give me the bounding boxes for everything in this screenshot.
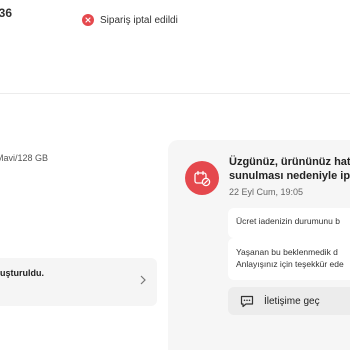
x-circle-icon xyxy=(82,14,94,26)
calendar-cancel-icon xyxy=(185,161,219,195)
chat-bubble-icon xyxy=(240,295,254,307)
message-bubble-apology: Yaşanan bu beklenmedik d Anlayışınız içi… xyxy=(228,238,350,280)
divider xyxy=(0,93,350,94)
product-variant: Mavi/128 GB xyxy=(0,153,49,163)
cancellation-message-panel: Üzgünüz, ürününüz hata sunulması nedeniy… xyxy=(168,140,350,350)
cancel-status-text: Sipariş iptal edildi xyxy=(100,14,178,26)
order-number: 536 xyxy=(0,6,13,20)
chevron-right-icon xyxy=(140,275,146,285)
status-info-text: uşturuldu. xyxy=(0,268,44,278)
contact-button-label: İletişime geç xyxy=(264,295,320,307)
message-title: Üzgünüz, ürününüz hata sunulması nedeniy… xyxy=(229,156,350,182)
message-date: 22 Eyl Cum, 19:05 xyxy=(229,187,304,197)
order-detail-page: 536 Sipariş iptal edildi Mavi/128 GB uşt… xyxy=(0,0,350,350)
contact-button[interactable]: İletişime geç xyxy=(228,287,350,315)
status-info-card[interactable]: uşturuldu. xyxy=(0,258,157,306)
message-bubble-refund: Ücret iadenizin durumunu b xyxy=(228,208,350,238)
cancel-status: Sipariş iptal edildi xyxy=(82,14,178,26)
